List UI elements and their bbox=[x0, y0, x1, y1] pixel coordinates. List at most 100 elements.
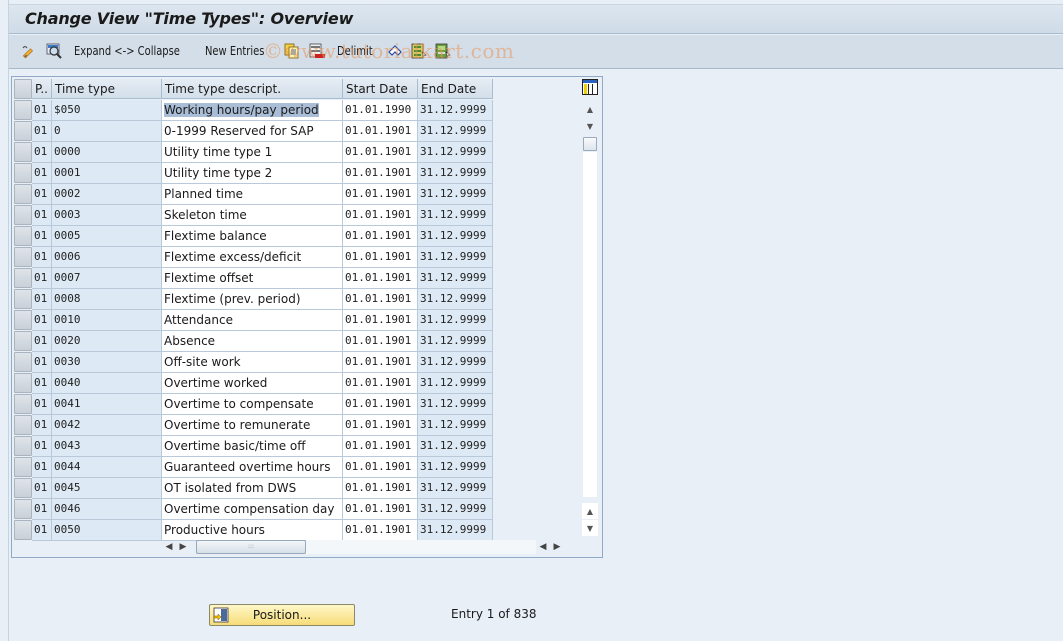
cell-end-date[interactable]: 31.12.9999 bbox=[418, 142, 493, 163]
scroll-right-icon[interactable]: ▶ bbox=[550, 542, 564, 552]
cell-start-date[interactable]: 01.01.1901 bbox=[343, 268, 418, 289]
cell-end-date[interactable]: 31.12.9999 bbox=[418, 499, 493, 520]
cell-end-date[interactable]: 31.12.9999 bbox=[418, 184, 493, 205]
row-selector[interactable] bbox=[14, 100, 32, 120]
cell-start-date[interactable]: 01.01.1901 bbox=[343, 499, 418, 520]
cell-description[interactable]: Overtime to compensate bbox=[162, 394, 343, 415]
column-header-description[interactable]: Time type descript. bbox=[162, 79, 343, 99]
cell-start-date[interactable]: 01.01.1990 bbox=[343, 100, 418, 121]
cell-description[interactable]: Skeleton time bbox=[162, 205, 343, 226]
undo-change-button[interactable] bbox=[387, 41, 403, 61]
cell-description[interactable]: Flextime balance bbox=[162, 226, 343, 247]
row-selector[interactable] bbox=[14, 436, 32, 456]
column-header-start-date[interactable]: Start Date bbox=[343, 79, 418, 99]
delete-button[interactable] bbox=[309, 41, 325, 61]
row-selector[interactable] bbox=[14, 373, 32, 393]
cell-start-date[interactable]: 01.01.1901 bbox=[343, 184, 418, 205]
cell-description[interactable]: Working hours/pay period bbox=[162, 100, 343, 121]
cell-description[interactable]: Overtime worked bbox=[162, 373, 343, 394]
position-button[interactable]: Position... bbox=[209, 604, 355, 626]
row-selector[interactable] bbox=[14, 247, 32, 267]
scroll-left-icon[interactable]: ◀ bbox=[536, 542, 550, 552]
expand-collapse-button[interactable]: Expand <-> Collapse bbox=[74, 41, 189, 61]
horizontal-scroll-thumb[interactable]: ::: bbox=[196, 540, 306, 554]
cell-end-date[interactable]: 31.12.9999 bbox=[418, 520, 493, 541]
new-entries-button[interactable]: New Entries bbox=[205, 41, 270, 61]
delimit-button[interactable]: Delimit bbox=[337, 41, 376, 61]
cell-end-date[interactable]: 31.12.9999 bbox=[418, 163, 493, 184]
row-selector[interactable] bbox=[14, 310, 32, 330]
row-selector[interactable] bbox=[14, 142, 32, 162]
cell-description[interactable]: Off-site work bbox=[162, 352, 343, 373]
column-header-time-type[interactable]: Time type bbox=[52, 79, 162, 99]
cell-start-date[interactable]: 01.01.1901 bbox=[343, 352, 418, 373]
cell-start-date[interactable]: 01.01.1901 bbox=[343, 415, 418, 436]
cell-end-date[interactable]: 31.12.9999 bbox=[418, 226, 493, 247]
cell-end-date[interactable]: 31.12.9999 bbox=[418, 436, 493, 457]
row-selector[interactable] bbox=[14, 520, 32, 540]
row-selector[interactable] bbox=[14, 394, 32, 414]
row-selector[interactable] bbox=[14, 457, 32, 477]
cell-end-date[interactable]: 31.12.9999 bbox=[418, 352, 493, 373]
cell-description[interactable]: Flextime excess/deficit bbox=[162, 247, 343, 268]
cell-end-date[interactable]: 31.12.9999 bbox=[418, 457, 493, 478]
cell-description[interactable]: Guaranteed overtime hours bbox=[162, 457, 343, 478]
cell-end-date[interactable]: 31.12.9999 bbox=[418, 415, 493, 436]
cell-start-date[interactable]: 01.01.1901 bbox=[343, 394, 418, 415]
cell-start-date[interactable]: 01.01.1901 bbox=[343, 310, 418, 331]
other-view-button[interactable] bbox=[46, 41, 62, 61]
horizontal-scroll-track[interactable] bbox=[306, 540, 536, 554]
row-selector[interactable] bbox=[14, 205, 32, 225]
scroll-down-bottom-button[interactable]: ▼ bbox=[582, 520, 598, 536]
cell-description[interactable]: Utility time type 1 bbox=[162, 142, 343, 163]
cell-start-date[interactable]: 01.01.1901 bbox=[343, 373, 418, 394]
cell-start-date[interactable]: 01.01.1901 bbox=[343, 331, 418, 352]
cell-description[interactable]: Overtime to remunerate bbox=[162, 415, 343, 436]
cell-description[interactable]: Absence bbox=[162, 331, 343, 352]
select-all-button[interactable] bbox=[411, 41, 427, 61]
scroll-right-icon[interactable]: ▶ bbox=[176, 542, 190, 552]
cell-description[interactable]: 0-1999 Reserved for SAP bbox=[162, 121, 343, 142]
cell-description[interactable]: Flextime (prev. period) bbox=[162, 289, 343, 310]
row-selector[interactable] bbox=[14, 331, 32, 351]
cell-start-date[interactable]: 01.01.1901 bbox=[343, 457, 418, 478]
select-block-button[interactable] bbox=[435, 41, 451, 61]
cell-start-date[interactable]: 01.01.1901 bbox=[343, 289, 418, 310]
cell-start-date[interactable]: 01.01.1901 bbox=[343, 226, 418, 247]
cell-description[interactable]: Planned time bbox=[162, 184, 343, 205]
scroll-track[interactable] bbox=[583, 152, 597, 497]
cell-start-date[interactable]: 01.01.1901 bbox=[343, 478, 418, 499]
row-selector[interactable] bbox=[14, 268, 32, 288]
display-change-button[interactable] bbox=[21, 41, 37, 61]
cell-end-date[interactable]: 31.12.9999 bbox=[418, 478, 493, 499]
cell-end-date[interactable]: 31.12.9999 bbox=[418, 331, 493, 352]
cell-description[interactable]: Overtime basic/time off bbox=[162, 436, 343, 457]
cell-end-date[interactable]: 31.12.9999 bbox=[418, 121, 493, 142]
cell-description[interactable]: Attendance bbox=[162, 310, 343, 331]
cell-end-date[interactable]: 31.12.9999 bbox=[418, 373, 493, 394]
cell-end-date[interactable]: 31.12.9999 bbox=[418, 394, 493, 415]
scroll-down-button[interactable]: ▼ bbox=[582, 118, 598, 134]
row-selector[interactable] bbox=[14, 415, 32, 435]
row-selector[interactable] bbox=[14, 163, 32, 183]
scroll-up-bottom-button[interactable]: ▲ bbox=[582, 503, 598, 519]
cell-end-date[interactable]: 31.12.9999 bbox=[418, 310, 493, 331]
cell-description[interactable]: Overtime compensation day bbox=[162, 499, 343, 520]
cell-start-date[interactable]: 01.01.1901 bbox=[343, 121, 418, 142]
cell-description[interactable]: Productive hours bbox=[162, 520, 343, 541]
column-settings-button[interactable] bbox=[582, 79, 598, 95]
row-selector[interactable] bbox=[14, 184, 32, 204]
cell-start-date[interactable]: 01.01.1901 bbox=[343, 205, 418, 226]
cell-end-date[interactable]: 31.12.9999 bbox=[418, 268, 493, 289]
cell-description[interactable]: Utility time type 2 bbox=[162, 163, 343, 184]
cell-end-date[interactable]: 31.12.9999 bbox=[418, 100, 493, 121]
row-selector[interactable] bbox=[14, 289, 32, 309]
column-header-end-date[interactable]: End Date bbox=[418, 79, 493, 99]
scroll-thumb[interactable] bbox=[583, 137, 597, 151]
row-selector[interactable] bbox=[14, 121, 32, 141]
cell-end-date[interactable]: 31.12.9999 bbox=[418, 247, 493, 268]
scroll-left-icon[interactable]: ◀ bbox=[162, 542, 176, 552]
cell-start-date[interactable]: 01.01.1901 bbox=[343, 247, 418, 268]
cell-description[interactable]: Flextime offset bbox=[162, 268, 343, 289]
row-selector[interactable] bbox=[14, 478, 32, 498]
